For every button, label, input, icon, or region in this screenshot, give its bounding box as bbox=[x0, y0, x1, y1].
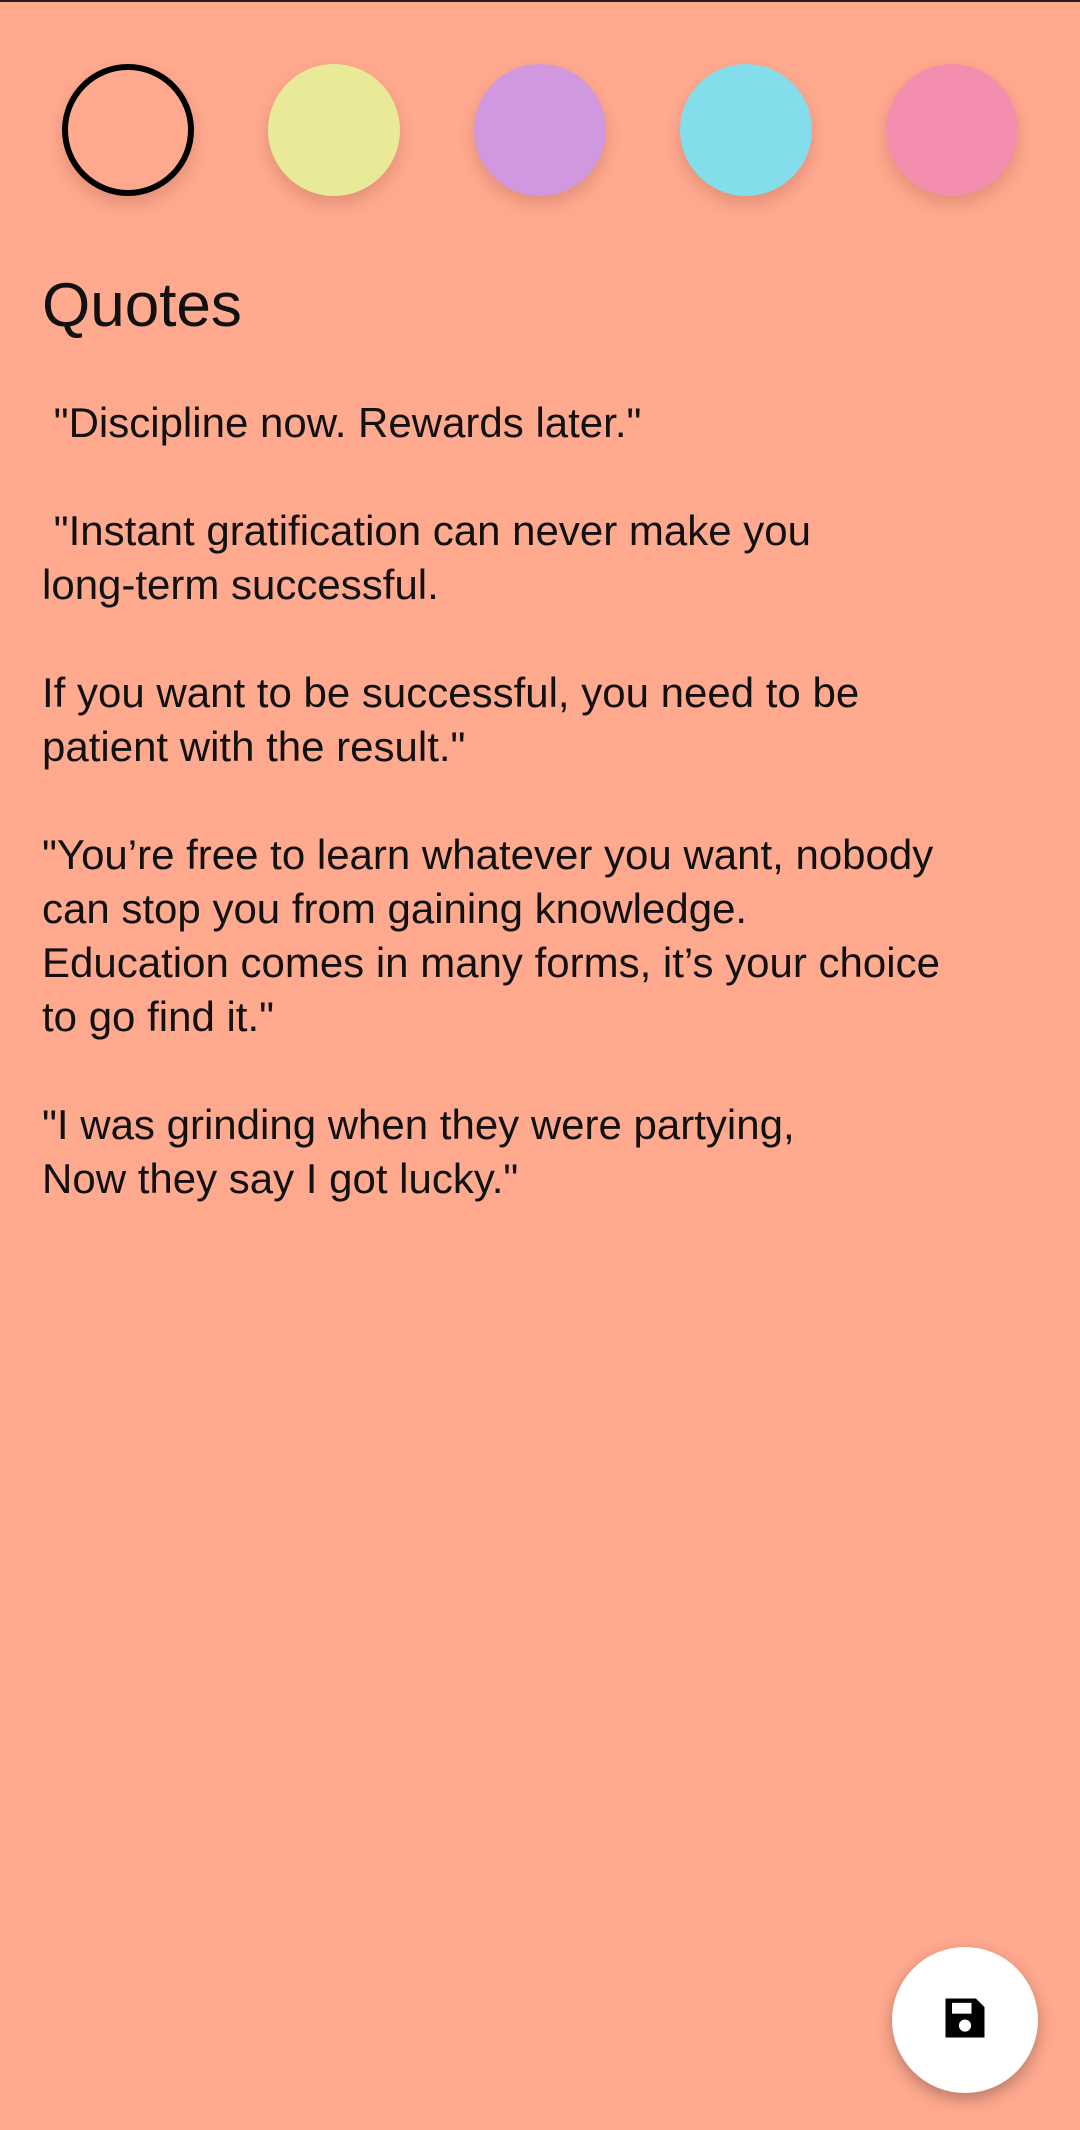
color-swatch-cyan[interactable] bbox=[680, 64, 812, 196]
color-swatch-salmon[interactable] bbox=[62, 64, 194, 196]
color-swatch-yellow[interactable] bbox=[268, 64, 400, 196]
save-button[interactable] bbox=[892, 1947, 1038, 2093]
color-swatch-pink[interactable] bbox=[886, 64, 1018, 196]
note-title-field[interactable]: Quotes bbox=[42, 270, 242, 341]
color-picker bbox=[0, 2, 1080, 202]
save-icon bbox=[939, 1992, 991, 2049]
note-editor-screen: Quotes "Discipline now. Rewards later." … bbox=[0, 0, 1080, 2130]
note-body-field[interactable]: "Discipline now. Rewards later." "Instan… bbox=[42, 396, 1042, 1206]
color-swatch-purple[interactable] bbox=[474, 64, 606, 196]
